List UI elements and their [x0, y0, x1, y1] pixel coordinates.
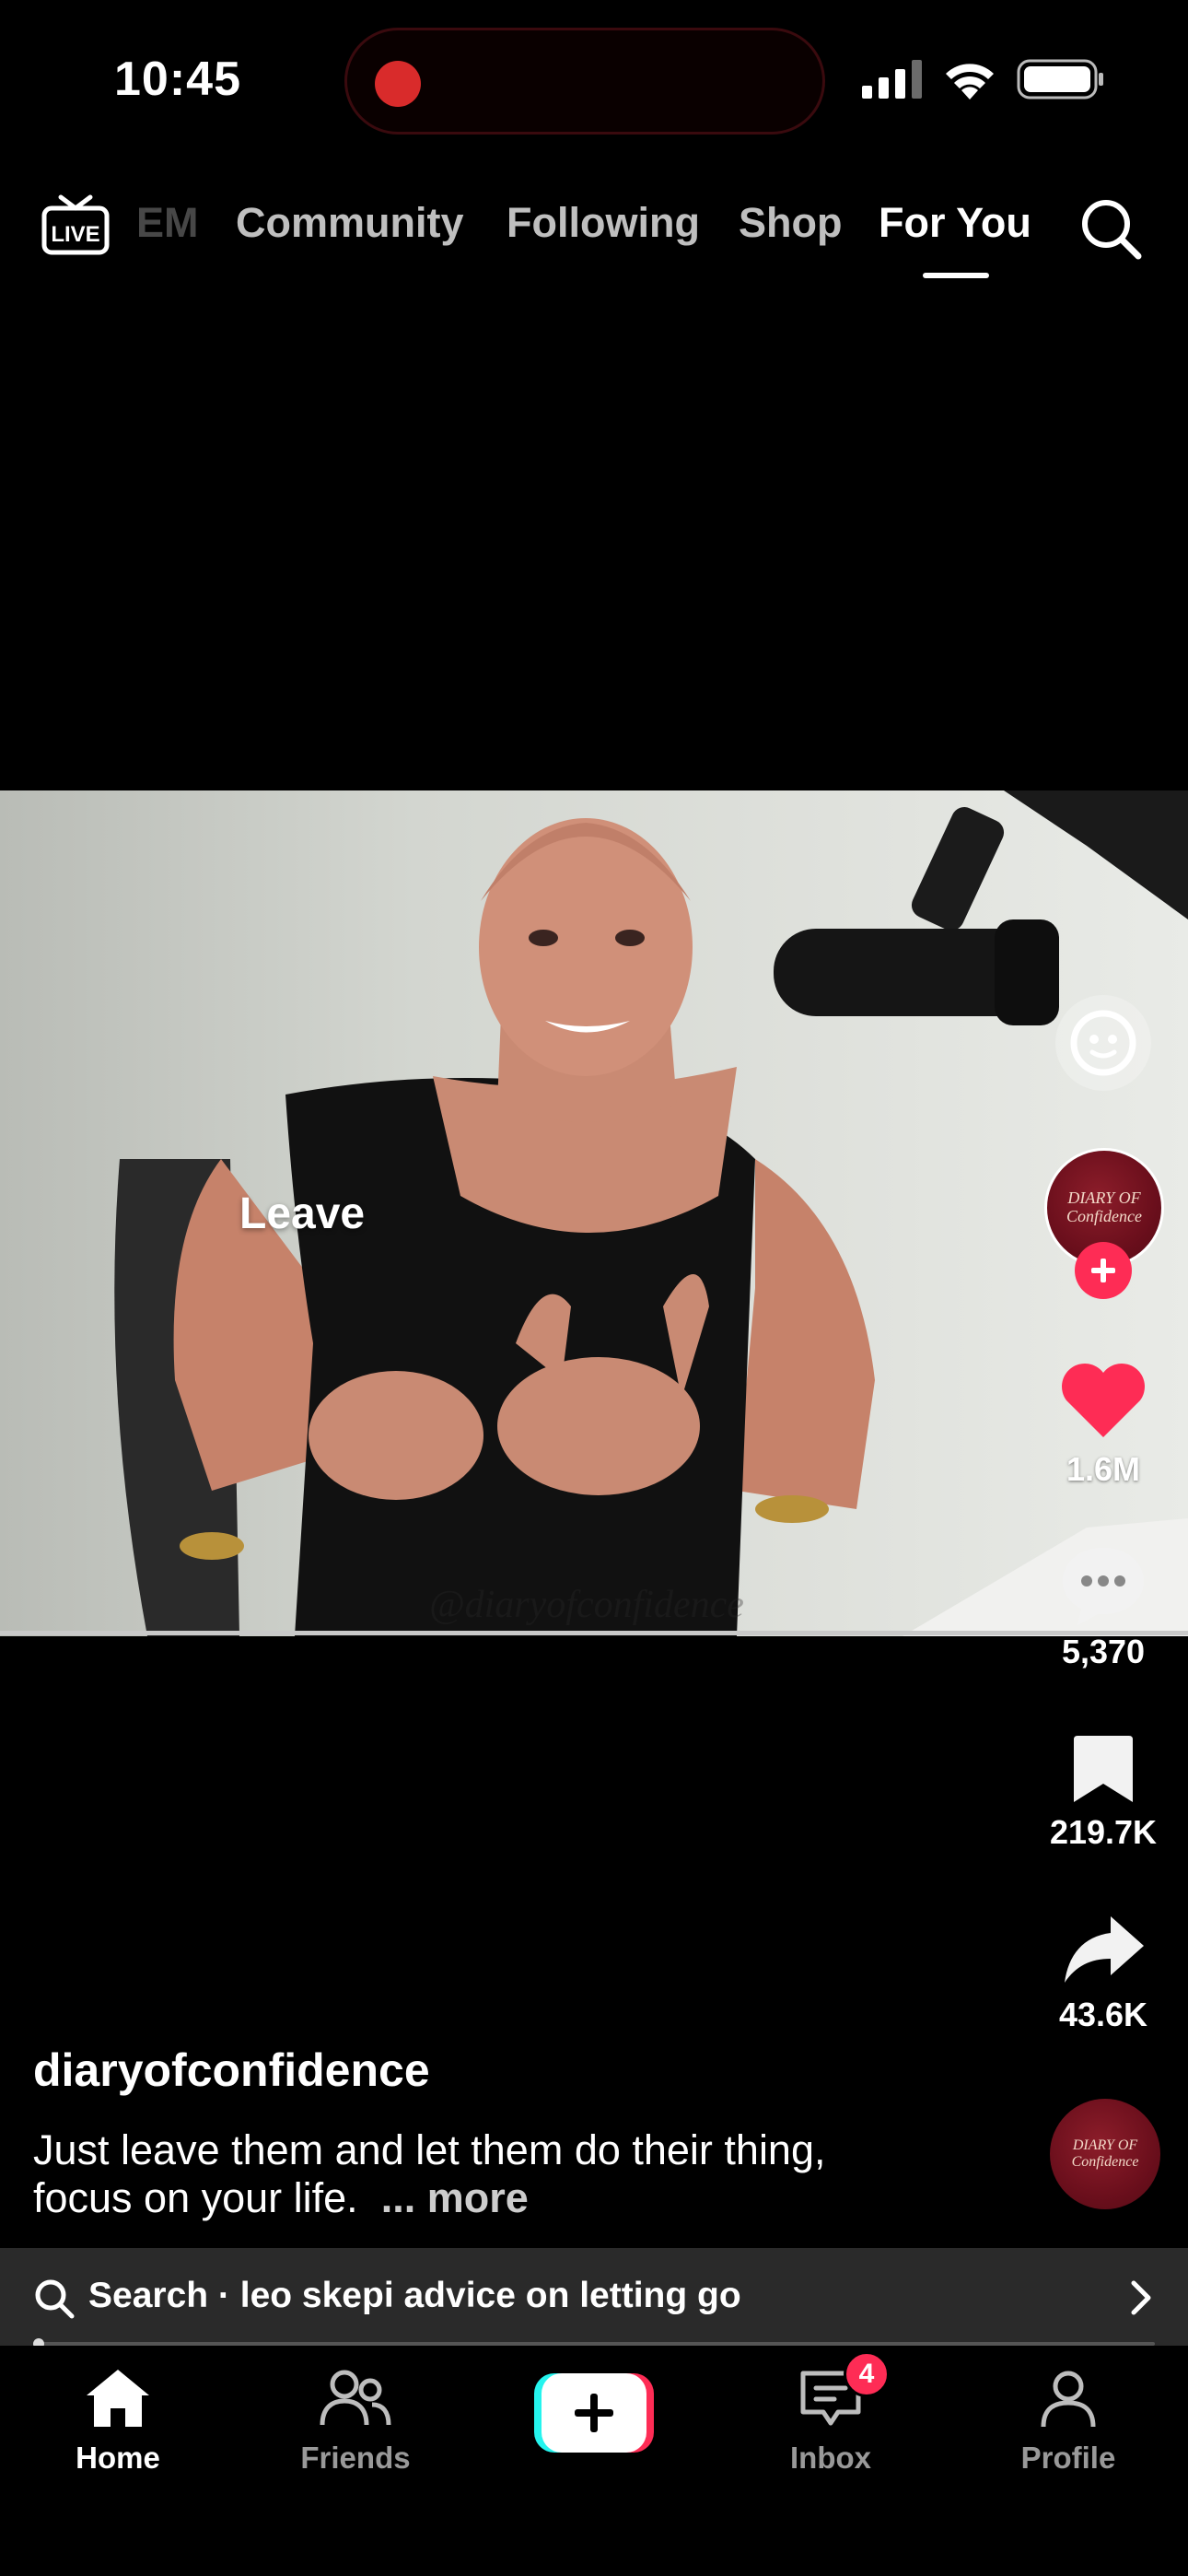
like-count: 1.6M [1066, 1450, 1141, 1488]
friends-icon [320, 2370, 391, 2426]
search-suggestion-text: Search · leo skepi advice on letting go [88, 2276, 741, 2315]
chevron-right-icon [1131, 2280, 1151, 2315]
dynamic-island [344, 28, 825, 135]
tab-profile[interactable]: Profile [976, 2368, 1160, 2476]
active-tab-indicator [923, 273, 989, 278]
sound-disc-logo-text: DIARY OF Confidence [1071, 2137, 1139, 2170]
tab-following[interactable]: Following [507, 199, 700, 247]
sound-disc-button[interactable]: DIARY OF Confidence [1050, 2099, 1160, 2209]
cellular-signal-icon [862, 60, 922, 99]
wifi-icon [946, 64, 994, 100]
live-icon[interactable]: LIVE [41, 188, 111, 258]
bookmark-icon [1074, 1736, 1133, 1802]
search-icon [35, 2279, 75, 2319]
tab-home[interactable]: Home [26, 2368, 210, 2476]
inbox-badge: 4 [844, 2351, 890, 2397]
tab-for-you[interactable]: For You [879, 199, 1031, 247]
status-time: 10:45 [114, 53, 241, 106]
plus-icon [1091, 1259, 1115, 1282]
like-button[interactable] [1059, 1362, 1147, 1444]
heart-icon [1062, 1364, 1145, 1437]
video-scene-illustration [114, 790, 1188, 1636]
tab-inbox[interactable]: 4 Inbox [739, 2351, 923, 2476]
top-nav: LIVE EM Community Following Shop For You [0, 175, 1188, 295]
save-button[interactable] [1072, 1732, 1135, 1810]
ai-assistant-icon [1055, 995, 1151, 1091]
tab-friends-label: Friends [300, 2441, 411, 2475]
home-icon [87, 2370, 149, 2427]
tab-inbox-label: Inbox [790, 2441, 871, 2475]
comment-bubble-icon [1063, 1548, 1144, 1625]
save-count: 219.7K [1049, 1813, 1158, 1851]
tab-friends[interactable]: Friends [263, 2368, 448, 2476]
video-caption-overlay: Leave [239, 1189, 366, 1238]
battery-icon [1017, 59, 1103, 100]
tab-profile-label: Profile [1020, 2441, 1116, 2475]
profile-icon [1041, 2371, 1096, 2428]
comment-button[interactable] [1059, 1544, 1147, 1632]
follow-button[interactable] [1075, 1242, 1132, 1299]
video-watermark: @diaryofconfidence [429, 1584, 744, 1626]
share-count: 43.6K [1058, 1996, 1148, 2033]
create-button[interactable] [534, 2373, 654, 2453]
share-button[interactable] [1063, 1913, 1146, 1991]
comment-count: 5,370 [1061, 1633, 1146, 1670]
sound-disc-avatar: DIARY OF Confidence [1050, 2099, 1160, 2209]
status-icons [862, 57, 1105, 101]
creator-username[interactable]: diaryofconfidence [33, 2043, 430, 2097]
video-bottom-edge [0, 1631, 1188, 1635]
more-link[interactable]: ... more [381, 2174, 529, 2221]
ai-assistant-button[interactable] [1054, 993, 1153, 1097]
tab-home-label: Home [76, 2441, 160, 2475]
bottom-tab-bar: Home Friends 4 Inbox Profile [0, 2346, 1188, 2576]
status-bar: 10:45 [0, 0, 1188, 157]
tab-em[interactable]: EM [136, 199, 199, 247]
live-icon-label: LIVE [51, 222, 99, 247]
avatar-logo-text: DIARY OF Confidence [1066, 1188, 1142, 1225]
tab-shop[interactable]: Shop [739, 199, 842, 247]
tab-community[interactable]: Community [236, 199, 464, 247]
search-icon[interactable] [1077, 195, 1144, 262]
create-plus-icon [534, 2373, 654, 2453]
video-player[interactable] [0, 790, 1188, 1636]
search-suggestion-bar[interactable]: Search · leo skepi advice on letting go [0, 2248, 1188, 2346]
recording-indicator-icon [375, 61, 421, 107]
post-description: Just leave them and let them do their th… [33, 2126, 862, 2222]
share-arrow-icon [1065, 1916, 1144, 1983]
